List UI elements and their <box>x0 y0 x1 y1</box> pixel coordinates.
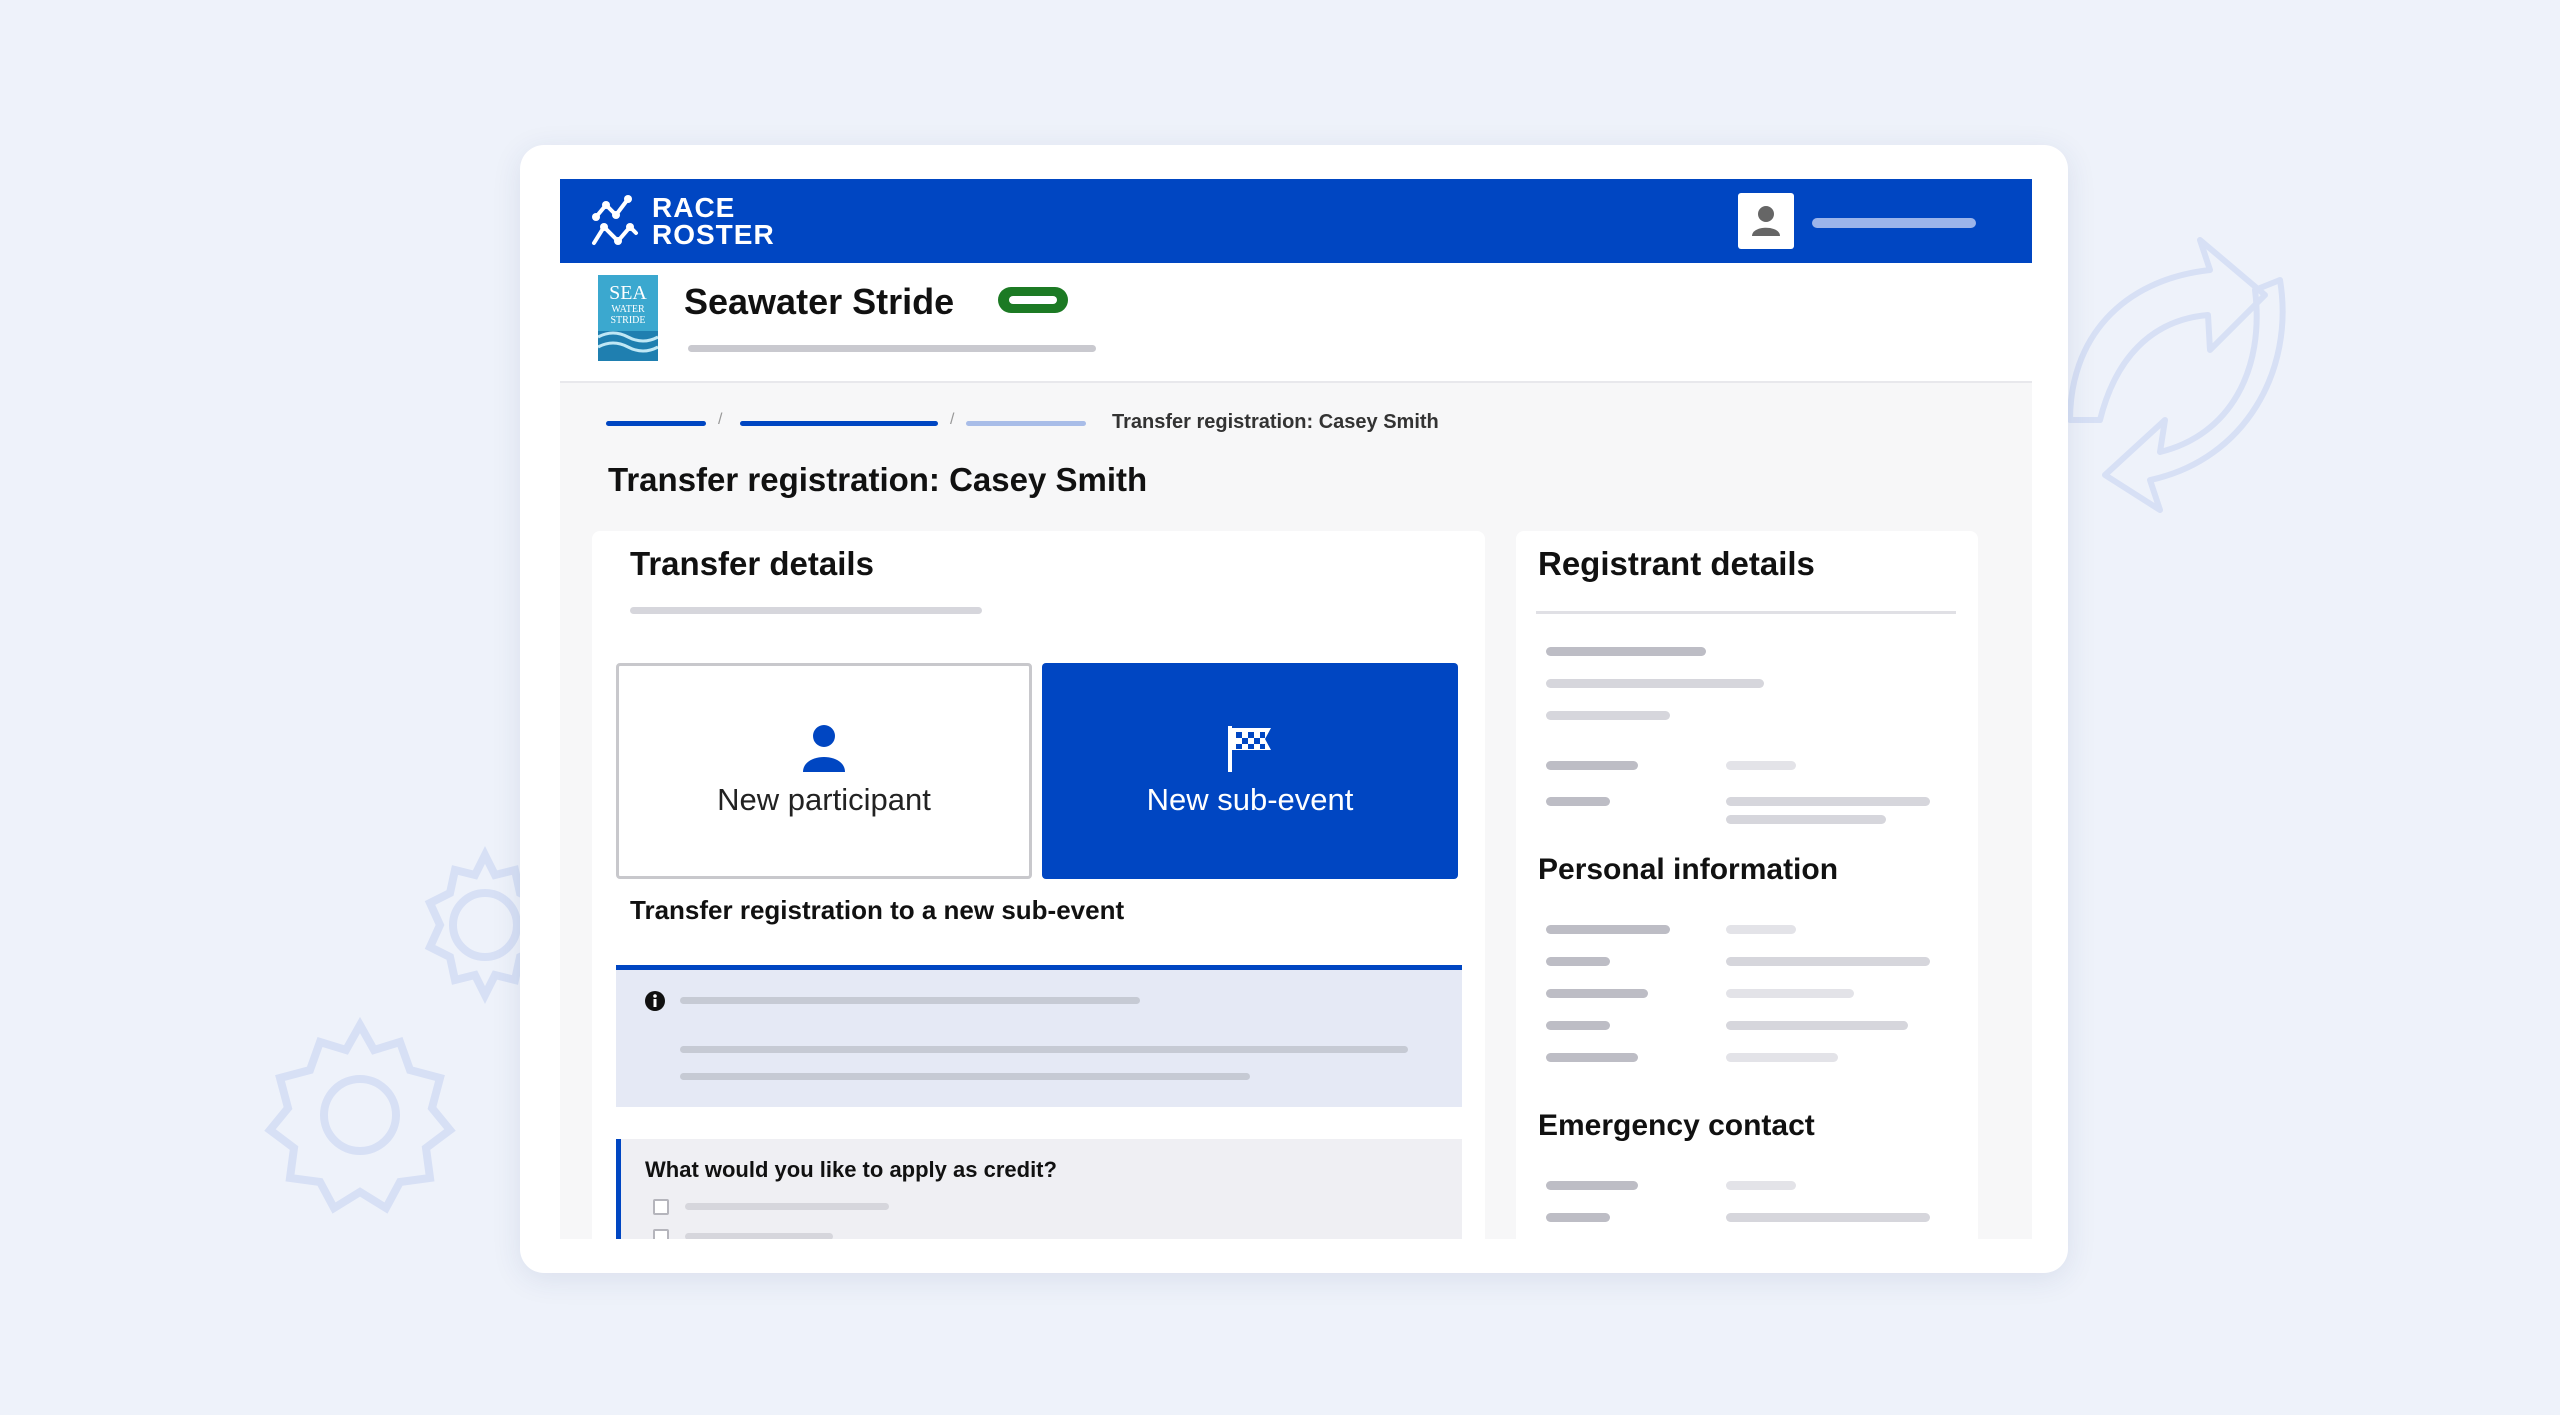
page-title: Transfer registration: Casey Smith <box>608 461 1148 498</box>
field-value-placeholder <box>1726 925 1796 934</box>
field-value-placeholder <box>1726 815 1886 824</box>
new-participant-label: New participant <box>717 782 931 817</box>
new-sub-event-label: New sub-event <box>1146 782 1354 817</box>
field-value-placeholder <box>1726 797 1930 806</box>
race-roster-logo-icon <box>592 195 638 245</box>
user-name-placeholder[interactable] <box>1812 218 1976 228</box>
field-value-placeholder <box>1726 761 1796 770</box>
breadcrumb-link-2[interactable] <box>740 421 938 426</box>
app-window: RACE ROSTER SEA WATER STRIDE Seawater St… <box>520 145 2068 1273</box>
text-placeholder <box>685 1203 889 1210</box>
field-label-placeholder <box>1546 1181 1638 1190</box>
person-icon <box>803 725 845 772</box>
field-label-placeholder <box>1546 925 1670 934</box>
checkered-flag-icon <box>1228 726 1271 772</box>
app-screen: RACE ROSTER SEA WATER STRIDE Seawater St… <box>560 179 2032 1239</box>
logo-wordmark: RACE ROSTER <box>652 192 775 250</box>
event-name: Seawater Stride <box>684 281 955 322</box>
field-label-placeholder <box>1546 1053 1638 1062</box>
event-status-badge <box>998 287 1068 313</box>
field-value-placeholder <box>1726 1181 1796 1190</box>
event-header: SEA WATER STRIDE Seawater Stride <box>560 263 2032 383</box>
registrant-details-panel: Registrant details Personal information … <box>1516 531 1978 1239</box>
field-value-placeholder <box>1726 1053 1838 1062</box>
new-participant-option[interactable]: New participant <box>616 663 1032 879</box>
text-placeholder <box>680 1046 1408 1053</box>
credit-option-checkbox[interactable] <box>653 1229 669 1239</box>
top-navigation-bar: RACE ROSTER <box>560 179 2032 263</box>
divider <box>1536 611 1956 614</box>
event-subtitle-placeholder <box>688 345 1096 352</box>
field-label-placeholder <box>1546 761 1638 770</box>
race-roster-logo[interactable]: RACE ROSTER <box>590 193 775 249</box>
breadcrumb-link-3[interactable] <box>966 421 1086 426</box>
field-label-placeholder <box>1546 1213 1610 1222</box>
transfer-details-title: Transfer details <box>630 545 874 582</box>
field-label-placeholder <box>1546 1021 1610 1030</box>
svg-text:STRIDE: STRIDE <box>611 315 646 326</box>
text-placeholder <box>630 607 982 614</box>
svg-text:WATER: WATER <box>611 304 645 315</box>
info-notice <box>616 965 1462 1107</box>
event-logo: SEA WATER STRIDE <box>598 275 658 361</box>
field-value-placeholder <box>1726 957 1930 966</box>
svg-text:SEA: SEA <box>609 282 647 304</box>
credit-question-box: What would you like to apply as credit? <box>616 1139 1462 1239</box>
breadcrumb-separator: / <box>950 411 955 428</box>
registrant-details-title: Registrant details <box>1538 545 1815 582</box>
emergency-contact-title: Emergency contact <box>1538 1109 1815 1142</box>
credit-option-checkbox[interactable] <box>653 1199 669 1215</box>
field-value-placeholder <box>1726 1021 1908 1030</box>
logo-line-1: RACE <box>652 192 736 223</box>
breadcrumb-current: Transfer registration: Casey Smith <box>1112 411 1439 433</box>
text-placeholder <box>680 1073 1250 1080</box>
user-icon <box>1752 206 1780 236</box>
gear-icon <box>264 1016 456 1214</box>
personal-information-title: Personal information <box>1538 853 1839 886</box>
credit-question: What would you like to apply as credit? <box>645 1157 1057 1182</box>
field-value-placeholder <box>1726 989 1854 998</box>
field-label-placeholder <box>1546 957 1610 966</box>
info-icon <box>645 991 665 1011</box>
field-label-placeholder <box>1546 797 1610 806</box>
field-label-placeholder <box>1546 989 1648 998</box>
text-placeholder <box>1546 711 1670 720</box>
refresh-arrows-icon <box>2067 237 2286 513</box>
breadcrumb-link-1[interactable] <box>606 421 706 426</box>
text-placeholder <box>680 997 1140 1004</box>
text-placeholder <box>1546 679 1764 688</box>
breadcrumb-separator: / <box>718 411 723 428</box>
transfer-subheading: Transfer registration to a new sub-event <box>630 895 1125 925</box>
field-value-placeholder <box>1726 1213 1930 1222</box>
user-avatar[interactable] <box>1738 193 1794 249</box>
gear-icon <box>424 846 535 1004</box>
text-placeholder <box>685 1233 833 1239</box>
new-sub-event-option[interactable]: New sub-event <box>1042 663 1458 879</box>
logo-line-2: ROSTER <box>652 219 775 250</box>
transfer-details-panel: Transfer details New participant New sub… <box>592 531 1485 1239</box>
text-placeholder <box>1546 647 1706 656</box>
